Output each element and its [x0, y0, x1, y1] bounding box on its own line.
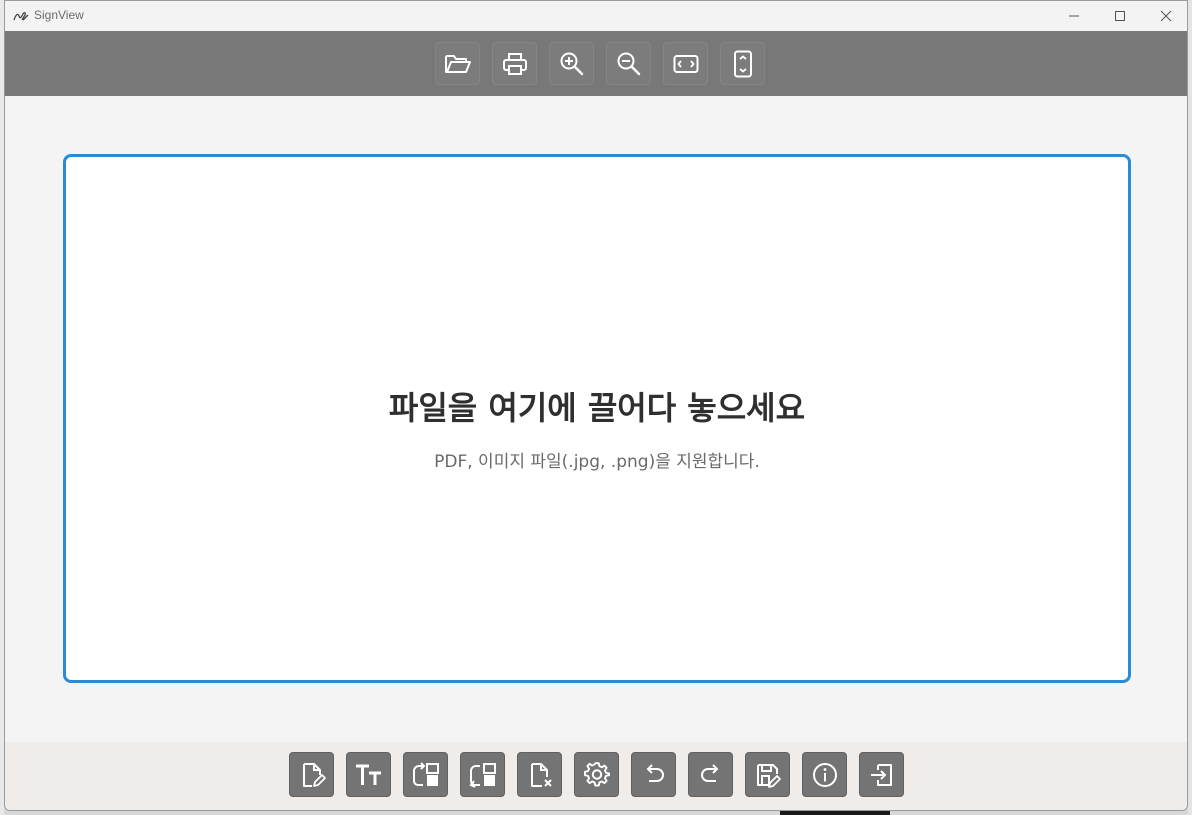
rotate-left-icon — [468, 761, 498, 789]
title-bar[interactable]: SignView — [5, 1, 1187, 31]
redo-button[interactable] — [688, 752, 733, 797]
zoom-out-button[interactable] — [606, 42, 651, 85]
top-toolbar — [5, 31, 1187, 96]
gear-icon — [583, 761, 611, 789]
save-signed-button[interactable] — [745, 752, 790, 797]
fit-width-button[interactable] — [663, 42, 708, 85]
file-drop-zone[interactable]: 파일을 여기에 끌어다 놓으세요 PDF, 이미지 파일(.jpg, .png)… — [63, 154, 1131, 683]
sign-document-button[interactable] — [289, 752, 334, 797]
background-window-edge-right — [1188, 0, 1192, 815]
fit-width-icon — [673, 53, 699, 75]
settings-button[interactable] — [574, 752, 619, 797]
redo-icon — [698, 763, 724, 787]
maximize-icon — [1114, 10, 1126, 22]
undo-button[interactable] — [631, 752, 676, 797]
close-document-button[interactable] — [517, 752, 562, 797]
document-close-icon — [526, 761, 554, 789]
zoom-in-button[interactable] — [549, 42, 594, 85]
minimize-icon — [1068, 10, 1080, 22]
undo-icon — [641, 763, 667, 787]
maximize-button[interactable] — [1097, 1, 1143, 31]
document-area: 파일을 여기에 끌어다 놓으세요 PDF, 이미지 파일(.jpg, .png)… — [5, 96, 1187, 742]
app-window: SignView 파일을 여기에 끌어다 놓으세요 PDF, 이미지 파일(.j… — [4, 0, 1188, 811]
exit-icon — [868, 761, 896, 789]
drop-zone-subtitle: PDF, 이미지 파일(.jpg, .png)을 지원합니다. — [434, 452, 760, 472]
open-folder-button[interactable] — [435, 42, 480, 85]
zoom-out-icon — [616, 51, 642, 77]
rotate-right-button[interactable] — [403, 752, 448, 797]
rotate-left-button[interactable] — [460, 752, 505, 797]
text-size-icon — [354, 762, 384, 788]
signature-app-icon — [13, 8, 29, 24]
minimize-button[interactable] — [1051, 1, 1097, 31]
folder-open-icon — [444, 52, 472, 76]
printer-icon — [502, 52, 528, 76]
fit-height-icon — [732, 50, 754, 78]
document-edit-icon — [298, 761, 326, 789]
info-button[interactable] — [802, 752, 847, 797]
zoom-in-icon — [559, 51, 585, 77]
print-button[interactable] — [492, 42, 537, 85]
close-icon — [1160, 10, 1172, 22]
close-button[interactable] — [1143, 1, 1187, 31]
rotate-right-icon — [411, 761, 441, 789]
drop-zone-title: 파일을 여기에 끌어다 놓으세요 — [388, 389, 806, 427]
exit-button[interactable] — [859, 752, 904, 797]
window-title: SignView — [34, 8, 84, 22]
bottom-toolbar — [5, 742, 1187, 810]
info-icon — [811, 761, 839, 789]
text-button[interactable] — [346, 752, 391, 797]
fit-height-button[interactable] — [720, 42, 765, 85]
save-edit-icon — [754, 761, 782, 789]
